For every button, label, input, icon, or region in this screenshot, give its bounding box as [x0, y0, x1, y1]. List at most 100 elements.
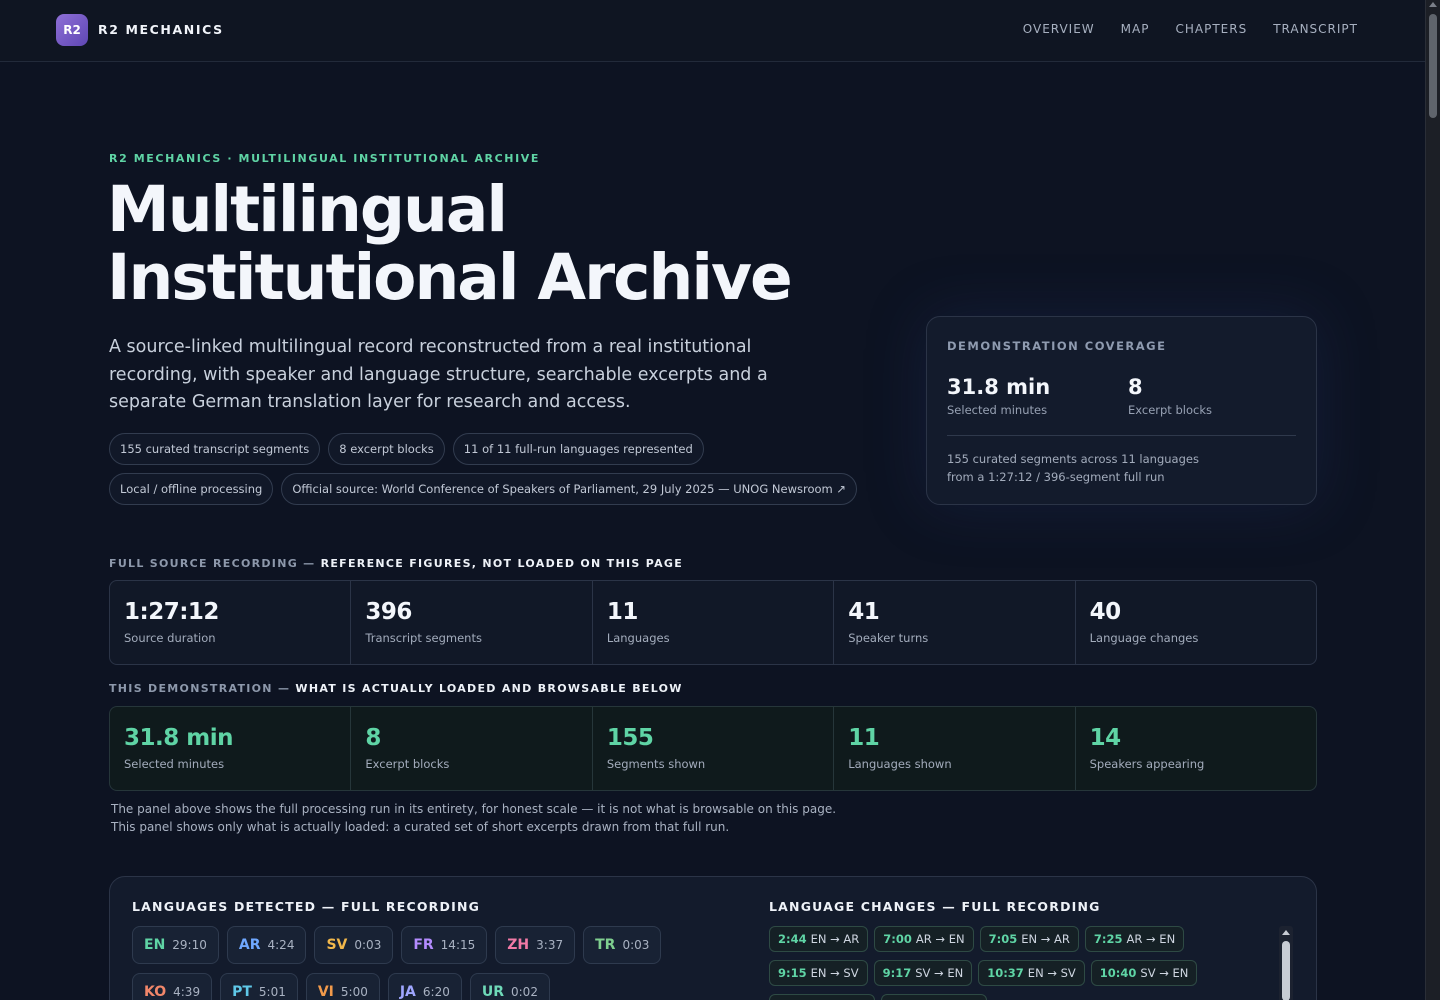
language-duration: 29:10 — [172, 938, 207, 952]
language-chip-ko[interactable]: KO 4:39 — [132, 973, 213, 1000]
stat-excerpt-blocks: 8 Excerpt blocks — [351, 707, 593, 790]
hero-subtitle: A source-linked multilingual record reco… — [109, 337, 768, 412]
demonstration-coverage-card: DEMONSTRATION COVERAGE 31.8 min Selected… — [926, 316, 1317, 505]
section-label-prefix: THIS DEMONSTRATION — — [109, 682, 291, 695]
language-chip-tr[interactable]: TR 0:03 — [583, 926, 662, 964]
change-route: EN → SV — [810, 966, 859, 980]
change-timestamp: 7:00 — [883, 932, 912, 946]
scrollbar-thumb[interactable] — [1282, 941, 1290, 1000]
stat-label: Speakers appearing — [1089, 757, 1205, 771]
chip-languages: 11 of 11 full-run languages represented — [452, 433, 704, 465]
nav-link-overview[interactable]: OVERVIEW — [1023, 22, 1095, 36]
change-route: SV → EN — [1140, 966, 1189, 980]
stat-value: 396 — [365, 599, 412, 625]
stat-value: 155 — [606, 725, 654, 751]
stat-value: 31.8 min — [124, 725, 233, 751]
logo-badge[interactable]: R2 — [56, 14, 88, 46]
stat-value: 11 — [848, 725, 880, 751]
stat-label: Excerpt blocks — [1128, 403, 1212, 417]
language-change-chip[interactable]: 9:15 EN → SV — [769, 960, 868, 986]
language-chip-list: EN 29:10 AR 4:24 SV 0:03 FR 14:15 ZH 3:37 TR 0:03 KO… — [132, 926, 702, 1000]
language-chip-ur[interactable]: UR 0:02 — [469, 973, 550, 1000]
language-change-chip[interactable]: 7:25 AR → EN — [1084, 926, 1185, 952]
brand-name[interactable]: R2 MECHANICS — [98, 22, 224, 37]
stat-label: Excerpt blocks — [365, 757, 450, 771]
language-change-chip[interactable]: 12:32EN → FR — [769, 994, 876, 1000]
top-navigation-bar: R2 R2 MECHANICS OVERVIEW MAP CHAPTERS TR… — [0, 0, 1425, 62]
stat-label: Source duration — [124, 631, 216, 645]
language-duration: 5:01 — [258, 985, 286, 999]
stat-transcript-segments: 396 Transcript segments — [351, 581, 593, 664]
nav-link-chapters[interactable]: CHAPTERS — [1175, 22, 1247, 36]
coverage-divider — [947, 435, 1296, 436]
change-timestamp: 10:40 — [1099, 966, 1137, 980]
language-code: KO — [144, 984, 167, 1000]
language-chip-ar[interactable]: AR 4:24 — [226, 926, 307, 964]
language-chip-ja[interactable]: JA 6:20 — [387, 973, 462, 1000]
stat-label: Languages — [606, 631, 670, 645]
language-change-chip[interactable]: 10:37 EN → SV — [978, 960, 1085, 986]
language-change-chip[interactable]: 7:00 AR → EN — [874, 926, 974, 952]
languages-panel: LANGUAGES DETECTED — FULL RECORDING EN 29… — [109, 876, 1317, 1000]
language-changes-heading: LANGUAGE CHANGES — FULL RECORDING — [769, 899, 1101, 914]
stat-label: Selected minutes — [947, 403, 1048, 417]
coverage-note-line: 155 curated segments across 11 languages — [947, 452, 1199, 466]
language-code: SV — [326, 937, 348, 953]
stat-value: 40 — [1089, 599, 1122, 625]
language-change-chip[interactable]: 7:05 EN → AR — [979, 926, 1079, 952]
chip-offline-processing: Local / offline processing — [109, 473, 274, 505]
change-route: SV → EN — [915, 966, 964, 980]
stats-explanation: The panel above shows the full processin… — [111, 800, 836, 836]
language-duration: 4:24 — [267, 938, 295, 952]
coverage-note: 155 curated segments across 11 languages… — [947, 450, 1199, 486]
change-route: EN → AR — [1021, 932, 1070, 946]
language-chip-fr[interactable]: FR 14:15 — [401, 926, 488, 964]
language-change-chip[interactable]: 16:51FR → EN — [881, 994, 988, 1000]
official-source-link[interactable]: Official source: World Conference of Spe… — [281, 473, 858, 505]
section-label-prefix: FULL SOURCE RECORDING — — [109, 557, 316, 570]
language-chip-vi[interactable]: VI 5:00 — [305, 973, 380, 1000]
page-title: Multilingual Institutional Archive — [107, 173, 793, 314]
language-chip-pt[interactable]: PT 5:01 — [220, 973, 298, 1000]
stat-value: 14 — [1089, 725, 1122, 751]
language-chip-sv[interactable]: SV 0:03 — [314, 926, 394, 964]
hero-chip-list: 155 curated transcript segments 8 excerp… — [109, 433, 869, 505]
coverage-stat-minutes: 31.8 min Selected minutes — [947, 375, 1050, 417]
language-change-chip[interactable]: 9:17 SV → EN — [873, 960, 973, 986]
language-duration: 14:15 — [440, 938, 476, 952]
language-duration: 0:02 — [511, 985, 538, 999]
hero-kicker: R2 MECHANICS · MULTILINGUAL INSTITUTIONA… — [109, 152, 541, 165]
stat-languages: 11 Languages — [593, 581, 835, 664]
language-changes-scrollbar[interactable] — [1279, 926, 1293, 1000]
chip-excerpt-blocks: 8 excerpt blocks — [328, 433, 445, 465]
language-code: TR — [595, 937, 616, 953]
language-chip-en[interactable]: EN 29:10 — [132, 926, 219, 964]
explanation-line: The panel above shows the full processin… — [111, 802, 837, 816]
language-change-list: 2:44 EN → AR 7:00 AR → EN 7:05 EN → AR 7:25 AR … — [769, 926, 1279, 1000]
coverage-stat-excerpts: 8 Excerpt blocks — [1128, 375, 1212, 417]
language-duration: 3:37 — [536, 938, 564, 952]
languages-heading: LANGUAGES DETECTED — FULL RECORDING — [132, 899, 481, 914]
scroll-up-arrow-icon[interactable] — [1429, 2, 1437, 7]
stat-speaker-turns: 41 Speaker turns — [834, 581, 1076, 664]
coverage-note-line: from a 1:27:12 / 396-segment full run — [947, 470, 1165, 484]
demonstration-label: THIS DEMONSTRATION — WHAT IS ACTUALLY LO… — [109, 682, 683, 695]
language-chip-zh[interactable]: ZH 3:37 — [495, 926, 576, 964]
language-change-chip[interactable]: 10:40 SV → EN — [1090, 960, 1198, 986]
language-code: UR — [481, 984, 504, 1000]
language-code: ZH — [507, 937, 530, 953]
change-timestamp: 7:25 — [1093, 932, 1123, 946]
stat-value: 8 — [365, 725, 381, 751]
nav-link-transcript[interactable]: TRANSCRIPT — [1273, 22, 1358, 36]
language-change-chip[interactable]: 2:44 EN → AR — [769, 926, 869, 952]
change-route: EN → SV — [1027, 966, 1076, 980]
stat-label: Segments shown — [606, 757, 706, 771]
stat-value: 8 — [1128, 375, 1143, 399]
scrollbar-thumb[interactable] — [1429, 14, 1437, 118]
page-scrollbar[interactable] — [1425, 0, 1440, 1000]
explanation-line: This panel shows only what is actually l… — [111, 820, 730, 834]
scroll-up-arrow-icon[interactable] — [1282, 930, 1290, 935]
language-code: JA — [399, 984, 416, 1000]
language-code: EN — [144, 937, 166, 953]
nav-link-map[interactable]: MAP — [1121, 22, 1150, 36]
